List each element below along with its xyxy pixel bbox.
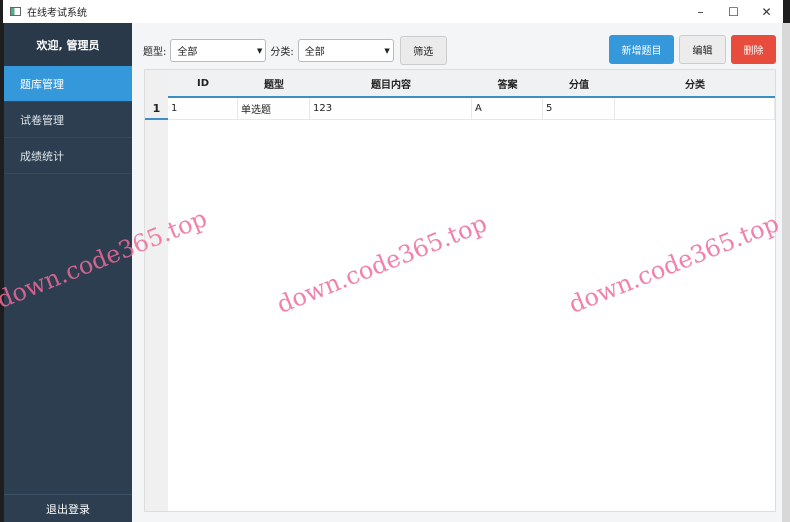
minimize-button[interactable]: – xyxy=(684,0,717,23)
cell-content[interactable]: 123 xyxy=(310,98,472,119)
column-header[interactable]: 答案 xyxy=(472,70,543,96)
type-label: 题型: xyxy=(143,47,167,58)
column-header[interactable]: 分类 xyxy=(615,70,775,96)
main-panel: 题型: 全部 ▼ 分类: 全部 ▼ 筛选 新增题目 编辑 删除 ID 题型 题目内容… xyxy=(132,23,782,522)
row-header-column xyxy=(145,70,168,511)
cell-category[interactable] xyxy=(615,98,775,119)
category-select-value: 全部 xyxy=(304,47,325,58)
category-label: 分类: xyxy=(270,47,294,58)
column-header[interactable]: ID xyxy=(168,70,238,96)
title-bar: 在线考试系统 – ☐ ✕ xyxy=(3,0,783,23)
column-header[interactable]: 题目内容 xyxy=(310,70,472,96)
sidebar: 欢迎, 管理员 题库管理 试卷管理 成绩统计 退出登录 xyxy=(4,23,132,522)
cell-score[interactable]: 5 xyxy=(543,98,615,119)
delete-button[interactable]: 删除 xyxy=(731,35,776,64)
type-select[interactable]: 全部 ▼ xyxy=(170,39,267,62)
sidebar-item-papers[interactable]: 试卷管理 xyxy=(4,102,132,138)
app-icon xyxy=(10,7,21,16)
cell-id[interactable]: 1 xyxy=(168,98,238,119)
sidebar-item-scores[interactable]: 成绩统计 xyxy=(4,138,132,174)
logout-button[interactable]: 退出登录 xyxy=(4,494,132,522)
add-question-button[interactable]: 新增题目 xyxy=(609,35,674,64)
chevron-down-icon: ▼ xyxy=(384,47,390,55)
welcome-text: 欢迎, 管理员 xyxy=(4,23,132,66)
sidebar-item-question-bank[interactable]: 题库管理 xyxy=(4,66,132,102)
questions-table: ID 题型 题目内容 答案 分值 分类 1 1 单选题 123 A 5 xyxy=(144,69,776,512)
edit-button[interactable]: 编辑 xyxy=(679,35,726,64)
cell-type[interactable]: 单选题 xyxy=(238,98,310,119)
column-header[interactable]: 分值 xyxy=(543,70,615,96)
chevron-down-icon: ▼ xyxy=(256,47,263,55)
row-number[interactable]: 1 xyxy=(145,98,168,120)
cell-answer[interactable]: A xyxy=(472,98,543,119)
table-header: ID 题型 题目内容 答案 分值 分类 xyxy=(168,70,775,98)
maximize-button[interactable]: ☐ xyxy=(717,0,750,23)
column-header[interactable]: 题型 xyxy=(238,70,310,96)
filter-button[interactable]: 筛选 xyxy=(399,36,447,65)
table-row[interactable]: 1 单选题 123 A 5 xyxy=(168,98,775,120)
window-frame xyxy=(782,23,790,522)
window-title: 在线考试系统 xyxy=(27,8,87,19)
close-button[interactable]: ✕ xyxy=(750,0,783,23)
type-select-value: 全部 xyxy=(177,47,198,58)
category-select[interactable]: 全部 ▼ xyxy=(297,39,394,62)
